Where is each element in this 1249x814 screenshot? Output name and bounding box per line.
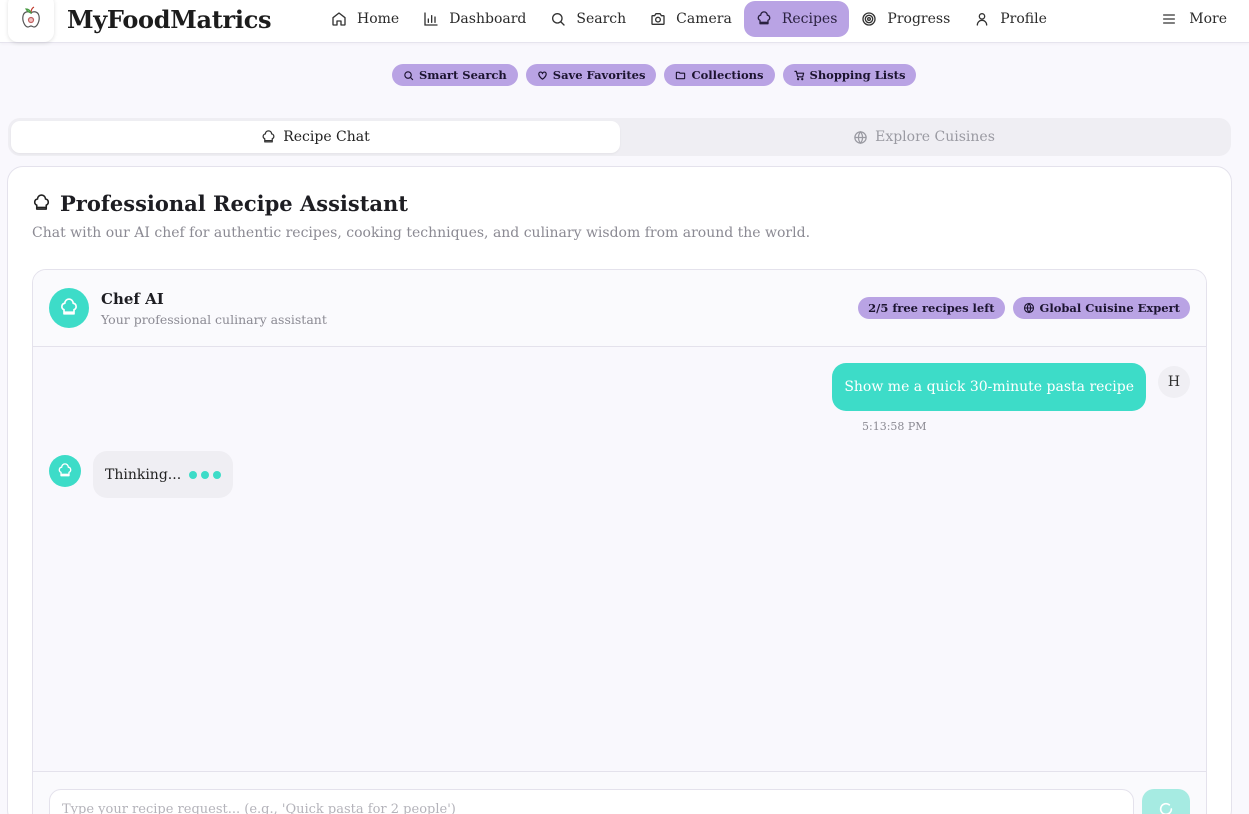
tab-label: Explore Cuisines xyxy=(875,129,995,145)
more-menu-button[interactable]: More xyxy=(1161,1,1227,37)
nav-recipes-label: Recipes xyxy=(781,11,838,27)
nav-progress[interactable]: Progress xyxy=(849,1,962,37)
home-icon xyxy=(332,12,346,26)
nav-profile-label: Profile xyxy=(1000,11,1047,27)
chef-hat-icon xyxy=(61,298,77,315)
thinking-text: Thinking... xyxy=(105,466,182,483)
target-icon xyxy=(862,12,877,26)
recipe-tabs: Recipe Chat Explore Cuisines xyxy=(8,118,1231,156)
nav-search-label: Search xyxy=(576,11,627,27)
user-avatar: H xyxy=(1158,366,1190,398)
nav-profile[interactable]: Profile xyxy=(962,1,1059,37)
free-recipes-badge: 2/5 free recipes left xyxy=(858,297,1005,319)
app-logo[interactable] xyxy=(8,0,54,42)
nav-camera[interactable]: Camera xyxy=(638,1,744,37)
feature-chip-save-favorites: Save Favorites xyxy=(525,64,657,86)
menu-icon xyxy=(1163,14,1176,24)
tab-recipe-chat[interactable]: Recipe Chat xyxy=(11,121,620,153)
nav-search[interactable]: Search xyxy=(538,1,638,37)
badge-label: Global Cuisine Expert xyxy=(1039,301,1180,315)
loading-spinner-icon xyxy=(1159,802,1173,814)
feature-chips: Smart Search Save Favorites Collections … xyxy=(392,64,917,86)
feature-chip-label: Save Favorites xyxy=(552,68,646,82)
folder-icon xyxy=(676,71,686,79)
global-cuisine-badge: Global Cuisine Expert xyxy=(1012,297,1190,319)
chef-hat-icon xyxy=(757,11,771,25)
heart-icon xyxy=(538,70,547,80)
user-icon xyxy=(976,13,988,26)
chef-hat-icon xyxy=(262,129,275,142)
chat-composer xyxy=(33,771,1206,814)
typing-indicator xyxy=(189,470,222,479)
globe-icon xyxy=(1023,302,1034,314)
nav-progress-label: Progress xyxy=(887,11,951,27)
recipe-assistant-card: Professional Recipe Assistant Chat with … xyxy=(7,166,1232,814)
nav-home[interactable]: Home xyxy=(319,1,411,37)
tab-explore-cuisines[interactable]: Explore Cuisines xyxy=(620,121,1228,153)
nav-camera-label: Camera xyxy=(676,11,732,27)
nav-recipes[interactable]: Recipes xyxy=(743,1,850,37)
assistant-subtitle: Chat with our AI chef for authentic reci… xyxy=(32,225,811,241)
chat-panel: Chef AI Your professional culinary assis… xyxy=(32,269,1207,814)
chat-header: Chef AI Your professional culinary assis… xyxy=(33,270,1206,347)
chef-avatar xyxy=(49,288,89,328)
chat-badges: 2/5 free recipes left Global Cuisine Exp… xyxy=(858,297,1190,319)
main-nav: Home Dashboard Search Camera Recipes Pro… xyxy=(319,1,1059,37)
apple-logo-icon xyxy=(22,6,40,28)
bot-avatar xyxy=(49,455,81,487)
chef-hat-icon xyxy=(58,463,72,477)
feature-chip-label: Collections xyxy=(691,68,764,82)
bar-chart-icon xyxy=(424,12,438,26)
chef-hat-icon xyxy=(33,194,50,210)
badge-label: 2/5 free recipes left xyxy=(868,301,995,315)
assistant-title: Professional Recipe Assistant xyxy=(32,191,408,216)
top-navbar: MyFoodMatrics Home Dashboard Search Came… xyxy=(0,0,1249,43)
user-message-bubble: Show me a quick 30-minute pasta recipe xyxy=(832,363,1146,411)
feature-chip-smart-search: Smart Search xyxy=(392,64,518,86)
brand-name[interactable]: MyFoodMatrics xyxy=(67,5,272,34)
recipe-request-input[interactable] xyxy=(49,789,1134,814)
feature-chip-shopping-lists: Shopping Lists xyxy=(782,64,917,86)
bot-name: Chef AI xyxy=(101,290,164,308)
nav-home-label: Home xyxy=(357,11,400,27)
thinking-bubble: Thinking... xyxy=(93,451,234,498)
search-icon xyxy=(552,13,566,26)
tab-label: Recipe Chat xyxy=(283,129,370,145)
bot-role: Your professional culinary assistant xyxy=(101,312,327,327)
assistant-title-text: Professional Recipe Assistant xyxy=(60,191,408,216)
feature-chip-label: Shopping Lists xyxy=(809,68,906,82)
message-timestamp: 5:13:58 PM xyxy=(862,420,927,433)
search-icon xyxy=(404,70,414,80)
globe-icon xyxy=(854,130,867,144)
more-label: More xyxy=(1189,11,1227,27)
camera-icon xyxy=(651,13,665,25)
feature-chip-collections: Collections xyxy=(664,64,775,86)
feature-chip-label: Smart Search xyxy=(419,68,507,82)
nav-dashboard[interactable]: Dashboard xyxy=(411,1,538,37)
send-button[interactable] xyxy=(1142,789,1190,814)
cart-icon xyxy=(793,70,804,80)
nav-dashboard-label: Dashboard xyxy=(449,11,527,27)
